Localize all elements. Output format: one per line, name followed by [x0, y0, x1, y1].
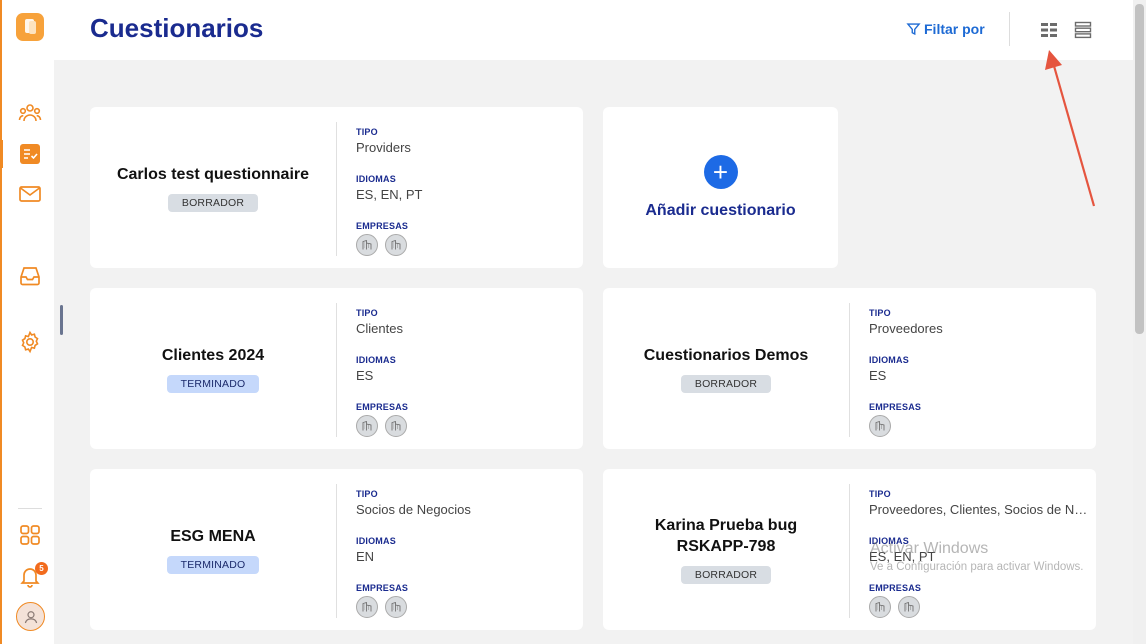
idiomas-label: IDIOMAS — [356, 536, 396, 546]
list-view-icon[interactable] — [1074, 21, 1092, 39]
company-icon[interactable] — [898, 596, 920, 618]
company-list — [356, 415, 586, 437]
card-divider — [336, 303, 337, 437]
tipo-value: Providers — [356, 140, 411, 155]
company-icon[interactable] — [356, 415, 378, 437]
idiomas-value: ES — [356, 368, 374, 383]
page-header: Cuestionarios Filtar por — [54, 0, 1133, 60]
company-icon[interactable] — [356, 596, 378, 618]
status-badge: BORRADOR — [167, 193, 259, 212]
sidebar-divider — [18, 508, 42, 509]
mail-icon[interactable] — [17, 181, 43, 207]
tipo-label: TIPO — [356, 127, 378, 137]
add-questionnaire-card[interactable]: + Añadir cuestionario — [603, 107, 838, 268]
card-title: Clientes 2024 — [161, 346, 265, 364]
settings-icon[interactable] — [17, 329, 43, 355]
filter-icon — [906, 23, 921, 36]
questionnaire-card[interactable]: ESG MENA TERMINADO TIPO Socios de Negoci… — [90, 469, 583, 630]
idiomas-value: ES, EN, PT — [356, 187, 423, 202]
users-icon[interactable] — [17, 100, 43, 126]
company-list — [356, 234, 586, 256]
company-icon[interactable] — [385, 596, 407, 618]
scrollbar-thumb[interactable] — [1135, 4, 1144, 334]
questionnaire-card[interactable]: Karina Prueba bug RSKAPP-798 BORRADOR TI… — [603, 469, 1096, 630]
plus-icon: + — [703, 155, 738, 189]
company-list — [869, 596, 1099, 618]
app-logo[interactable] — [16, 13, 44, 41]
idiomas-label: IDIOMAS — [869, 536, 909, 546]
questionnaire-card[interactable]: Clientes 2024 TERMINADO TIPO Clientes ID… — [90, 288, 583, 449]
company-icon[interactable] — [356, 234, 378, 256]
empresas-label: EMPRESAS — [869, 402, 922, 412]
company-icon[interactable] — [869, 596, 891, 618]
status-badge: BORRADOR — [680, 566, 772, 584]
empresas-label: EMPRESAS — [356, 583, 409, 593]
tipo-label: TIPO — [356, 489, 378, 499]
filter-label: Filtar por — [924, 21, 985, 37]
company-icon[interactable] — [869, 415, 891, 437]
apps-grid-icon[interactable] — [17, 522, 43, 548]
sidebar-collapse-handle[interactable] — [60, 305, 63, 335]
tipo-value: Proveedores, Clientes, Socios de N… — [869, 502, 1088, 517]
idiomas-label: IDIOMAS — [356, 174, 396, 184]
card-divider — [336, 484, 337, 618]
tipo-value: Clientes — [356, 321, 403, 336]
status-badge: TERMINADO — [166, 374, 260, 393]
active-indicator — [0, 140, 3, 168]
idiomas-label: IDIOMAS — [869, 355, 909, 365]
avatar[interactable] — [16, 602, 45, 631]
tipo-label: TIPO — [356, 308, 378, 318]
card-title: Karina Prueba bug RSKAPP-798 — [654, 517, 798, 555]
card-divider — [849, 484, 850, 618]
status-badge: TERMINADO — [166, 555, 260, 574]
empresas-label: EMPRESAS — [356, 221, 409, 231]
empresas-label: EMPRESAS — [356, 402, 409, 412]
card-title: Carlos test questionnaire — [116, 165, 310, 183]
header-divider — [1009, 12, 1010, 46]
tipo-label: TIPO — [869, 489, 891, 499]
questionnaire-card[interactable]: Carlos test questionnaire BORRADOR TIPO … — [90, 107, 583, 268]
company-icon[interactable] — [385, 234, 407, 256]
questionnaire-card[interactable]: Cuestionarios Demos BORRADOR TIPO Provee… — [603, 288, 1096, 449]
idiomas-value: EN — [356, 549, 375, 564]
scrollbar[interactable] — [1133, 0, 1146, 644]
idiomas-value: ES — [869, 368, 887, 383]
company-icon[interactable] — [385, 415, 407, 437]
card-title: ESG MENA — [170, 527, 256, 545]
company-list — [869, 415, 1099, 437]
page-title: Cuestionarios — [90, 13, 264, 43]
idiomas-label: IDIOMAS — [356, 355, 396, 365]
inbox-icon[interactable] — [17, 263, 43, 289]
card-divider — [849, 303, 850, 437]
empresas-label: EMPRESAS — [869, 583, 922, 593]
sidebar: 5 — [0, 0, 54, 644]
tipo-value: Proveedores — [869, 321, 943, 336]
questionnaire-icon[interactable] — [17, 141, 43, 167]
card-divider — [336, 122, 337, 256]
grid-view-icon[interactable] — [1040, 21, 1058, 39]
idiomas-value: ES, EN, PT — [869, 549, 936, 564]
tipo-value: Socios de Negocios — [356, 502, 471, 517]
tipo-label: TIPO — [869, 308, 891, 318]
add-questionnaire-label: Añadir cuestionario — [645, 202, 796, 219]
notification-badge: 5 — [35, 562, 48, 575]
card-title: Cuestionarios Demos — [643, 346, 809, 364]
status-badge: BORRADOR — [680, 374, 772, 393]
company-list — [356, 596, 586, 618]
filter-button[interactable]: Filtar por — [906, 21, 985, 37]
